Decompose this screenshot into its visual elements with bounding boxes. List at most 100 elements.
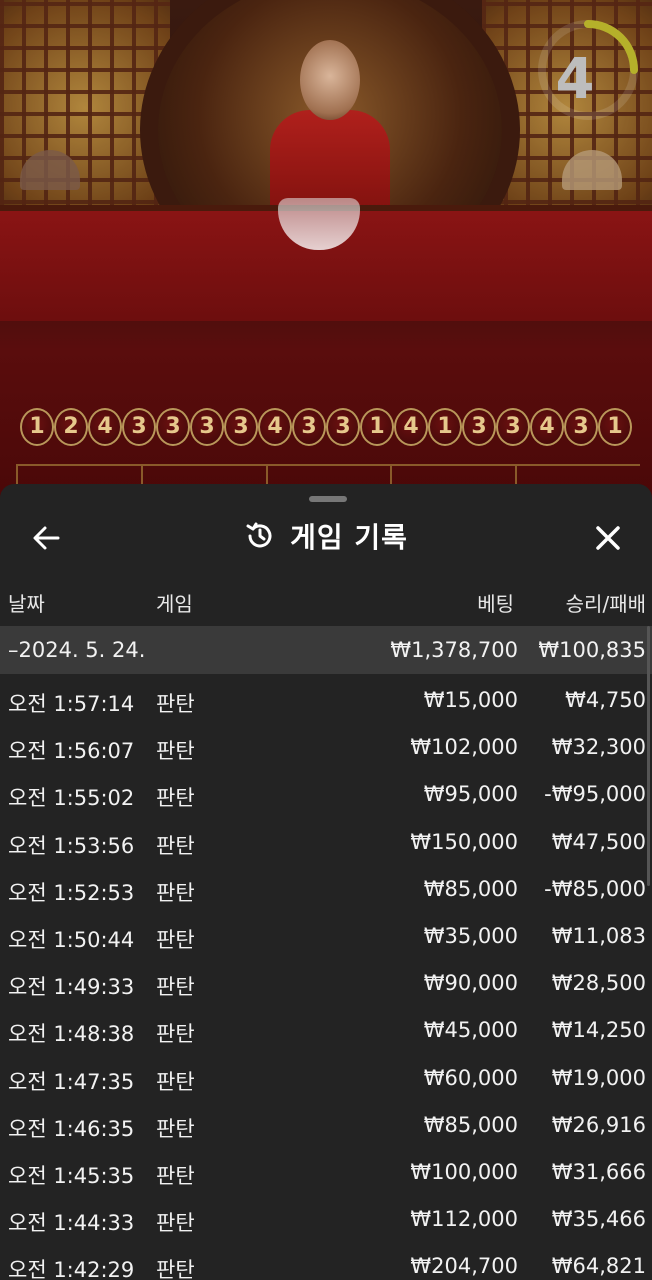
row-time: 오전 1:46:35	[8, 1116, 135, 1141]
row-result: -₩95,000	[544, 782, 646, 807]
row-result: ₩35,466	[551, 1207, 646, 1232]
row-bet: ₩204,700	[410, 1254, 518, 1279]
row-game: 판탄	[156, 786, 195, 811]
row-time: 오전 1:57:14	[8, 692, 135, 716]
result-ball: 1	[360, 408, 394, 446]
history-row[interactable]: 오전 1:42:29 판탄 ₩204,700 ₩64,821	[0, 1244, 652, 1280]
row-game: 판탄	[156, 1211, 195, 1236]
history-row[interactable]: 오전 1:47:35 판탄 ₩60,000 ₩19,000	[0, 1056, 652, 1103]
row-time: 오전 1:48:38	[8, 1022, 135, 1047]
row-bet: ₩60,000	[423, 1065, 518, 1090]
result-ball: 3	[326, 408, 360, 446]
row-game: 판탄	[156, 1116, 195, 1141]
row-result: ₩32,300	[551, 735, 646, 760]
row-game: 판탄	[156, 1163, 195, 1188]
result-ball: 1	[428, 408, 462, 446]
result-ball: 3	[156, 408, 190, 446]
row-result: ₩28,500	[551, 971, 646, 996]
sheet-title-group: 게임 기록	[0, 514, 652, 558]
row-bet: ₩150,000	[410, 829, 518, 854]
row-time: 오전 1:49:33	[8, 975, 135, 1000]
row-result: ₩14,250	[551, 1018, 646, 1043]
row-time: 오전 1:44:33	[8, 1211, 135, 1236]
clock-history-icon	[246, 522, 272, 548]
row-time: 오전 1:53:56	[8, 833, 135, 858]
close-button[interactable]	[590, 520, 626, 556]
result-ball: 4	[394, 408, 428, 446]
row-bet: ₩85,000	[423, 876, 518, 901]
column-bet: 베팅	[477, 592, 514, 616]
row-result: ₩31,666	[551, 1159, 646, 1184]
history-row[interactable]: 오전 1:45:35 판탄 ₩100,000 ₩31,666	[0, 1150, 652, 1197]
row-bet: ₩112,000	[410, 1207, 518, 1232]
row-game: 판탄	[156, 1022, 195, 1047]
row-result: ₩26,916	[551, 1112, 646, 1137]
row-bet: ₩35,000	[423, 923, 518, 948]
row-game: 판탄	[156, 692, 195, 716]
result-ball: 2	[54, 408, 88, 446]
result-ball: 3	[564, 408, 598, 446]
row-result: ₩4,750	[565, 688, 646, 712]
row-bet: ₩85,000	[423, 1112, 518, 1137]
history-row[interactable]: 오전 1:46:35 판탄 ₩85,000 ₩26,916	[0, 1103, 652, 1150]
result-ball: 3	[292, 408, 326, 446]
sheet-title: 게임 기록	[290, 521, 408, 554]
row-result: ₩11,083	[551, 923, 646, 948]
drag-handle[interactable]	[309, 496, 347, 502]
row-result: ₩64,821	[551, 1254, 646, 1279]
row-game: 판탄	[156, 880, 195, 905]
row-game: 판탄	[156, 1069, 195, 1094]
history-row[interactable]: 오전 1:49:33 판탄 ₩90,000 ₩28,500	[0, 961, 652, 1008]
summary-date: –2024. 5. 24.	[8, 638, 146, 662]
column-game: 게임	[156, 592, 193, 616]
row-time: 오전 1:52:53	[8, 880, 135, 905]
history-row[interactable]: 오전 1:52:53 판탄 ₩85,000 -₩85,000	[0, 867, 652, 914]
result-ball: 4	[258, 408, 292, 446]
history-row[interactable]: 오전 1:50:44 판탄 ₩35,000 ₩11,083	[0, 914, 652, 961]
close-icon	[596, 526, 620, 550]
summary-bet: ₩1,378,700	[390, 638, 518, 662]
row-game: 판탄	[156, 1258, 195, 1280]
history-row[interactable]: 오전 1:57:14 판탄 ₩15,000 ₩4,750	[0, 678, 652, 725]
history-row[interactable]: 오전 1:56:07 판탄 ₩102,000 ₩32,300	[0, 725, 652, 772]
row-bet: ₩102,000	[410, 735, 518, 760]
sheet-header: 게임 기록	[0, 514, 652, 558]
dealer-head	[300, 40, 360, 120]
history-row[interactable]: 오전 1:53:56 판탄 ₩150,000 ₩47,500	[0, 820, 652, 867]
row-time: 오전 1:56:07	[8, 739, 135, 764]
table-header: 날짜 게임 베팅 승리/패배	[0, 588, 652, 618]
result-ball: 1	[598, 408, 632, 446]
row-time: 오전 1:45:35	[8, 1163, 135, 1188]
row-bet: ₩90,000	[423, 971, 518, 996]
row-time: 오전 1:55:02	[8, 786, 135, 811]
row-game: 판탄	[156, 739, 195, 764]
result-ball: 3	[496, 408, 530, 446]
row-time: 오전 1:47:35	[8, 1069, 135, 1094]
row-time: 오전 1:42:29	[8, 1258, 135, 1280]
result-ball: 1	[20, 408, 54, 446]
row-result: ₩19,000	[551, 1065, 646, 1090]
row-bet: ₩95,000	[423, 782, 518, 807]
countdown-number: 4	[555, 47, 595, 112]
history-row[interactable]: 오전 1:48:38 판탄 ₩45,000 ₩14,250	[0, 1008, 652, 1055]
column-win-loss: 승리/패배	[565, 592, 646, 616]
history-row[interactable]: 오전 1:44:33 판탄 ₩112,000 ₩35,466	[0, 1197, 652, 1244]
result-ball: 4	[530, 408, 564, 446]
day-summary-row[interactable]: –2024. 5. 24. ₩1,378,700 ₩100,835	[0, 626, 652, 674]
result-ball: 3	[224, 408, 258, 446]
result-ball: 3	[462, 408, 496, 446]
result-ball: 4	[88, 408, 122, 446]
row-bet: ₩45,000	[423, 1018, 518, 1043]
row-result: -₩85,000	[544, 876, 646, 901]
row-bet: ₩15,000	[423, 688, 518, 712]
result-ball: 3	[122, 408, 156, 446]
history-row[interactable]: 오전 1:55:02 판탄 ₩95,000 -₩95,000	[0, 772, 652, 819]
row-time: 오전 1:50:44	[8, 927, 135, 952]
column-date: 날짜	[8, 592, 45, 616]
results-history-strip: 124333343314133431	[20, 408, 632, 446]
row-game: 판탄	[156, 975, 195, 1000]
row-game: 판탄	[156, 927, 195, 952]
game-history-sheet: 게임 기록 날짜 게임 베팅 승리/패배 –2024. 5. 24. ₩1,37…	[0, 484, 652, 1280]
history-list: 오전 1:57:14 판탄 ₩15,000 ₩4,750 오전 1:56:07 판탄 ₩10…	[0, 678, 652, 1280]
row-result: ₩47,500	[551, 829, 646, 854]
